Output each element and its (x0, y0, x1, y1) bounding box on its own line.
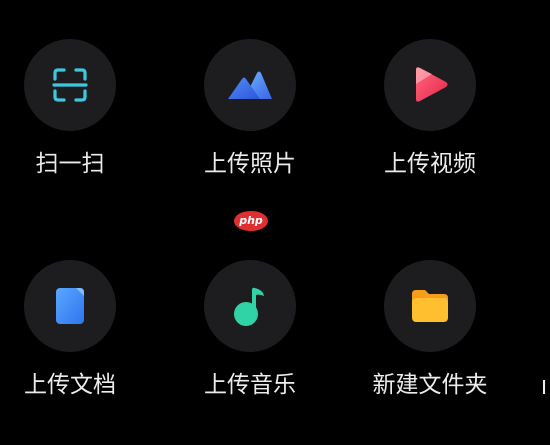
upload-photo-button[interactable]: 上传照片 (185, 39, 315, 209)
music-note-icon (234, 287, 264, 326)
upload-document-button[interactable]: 上传文档 (5, 260, 135, 430)
new-folder-label: 新建文件夹 (372, 372, 488, 398)
offscreen-tile-label-fragment: ▏ (543, 380, 550, 394)
php-watermark-text: php (239, 214, 263, 227)
php-watermark-logo: php (234, 211, 268, 231)
upload-video-button[interactable]: 上传视频 (365, 39, 495, 209)
new-folder-button[interactable]: 新建文件夹 (365, 260, 495, 430)
upload-music-button[interactable]: 上传音乐 (185, 260, 315, 430)
scan-icon-circle (24, 39, 116, 131)
upload-music-icon-circle (204, 260, 296, 352)
play-video-icon (416, 67, 448, 102)
scan-label: 扫一扫 (35, 151, 105, 177)
upload-photo-label: 上传照片 (204, 151, 296, 177)
upload-document-icon-circle (24, 260, 116, 352)
upload-document-label: 上传文档 (24, 372, 116, 398)
new-folder-icon-circle (384, 260, 476, 352)
upload-music-label: 上传音乐 (204, 372, 296, 398)
upload-photo-icon-circle (204, 39, 296, 131)
mountain-photo-icon (228, 71, 272, 99)
quick-actions-panel: 扫一扫 上传照片 上传视频 php 上传文档 上传音乐 新建文件夹 (0, 0, 550, 445)
upload-video-label: 上传视频 (384, 151, 476, 177)
upload-video-icon-circle (384, 39, 476, 131)
scan-button[interactable]: 扫一扫 (5, 39, 135, 209)
scan-icon (52, 68, 88, 102)
document-icon (56, 288, 84, 324)
folder-icon (412, 290, 448, 322)
